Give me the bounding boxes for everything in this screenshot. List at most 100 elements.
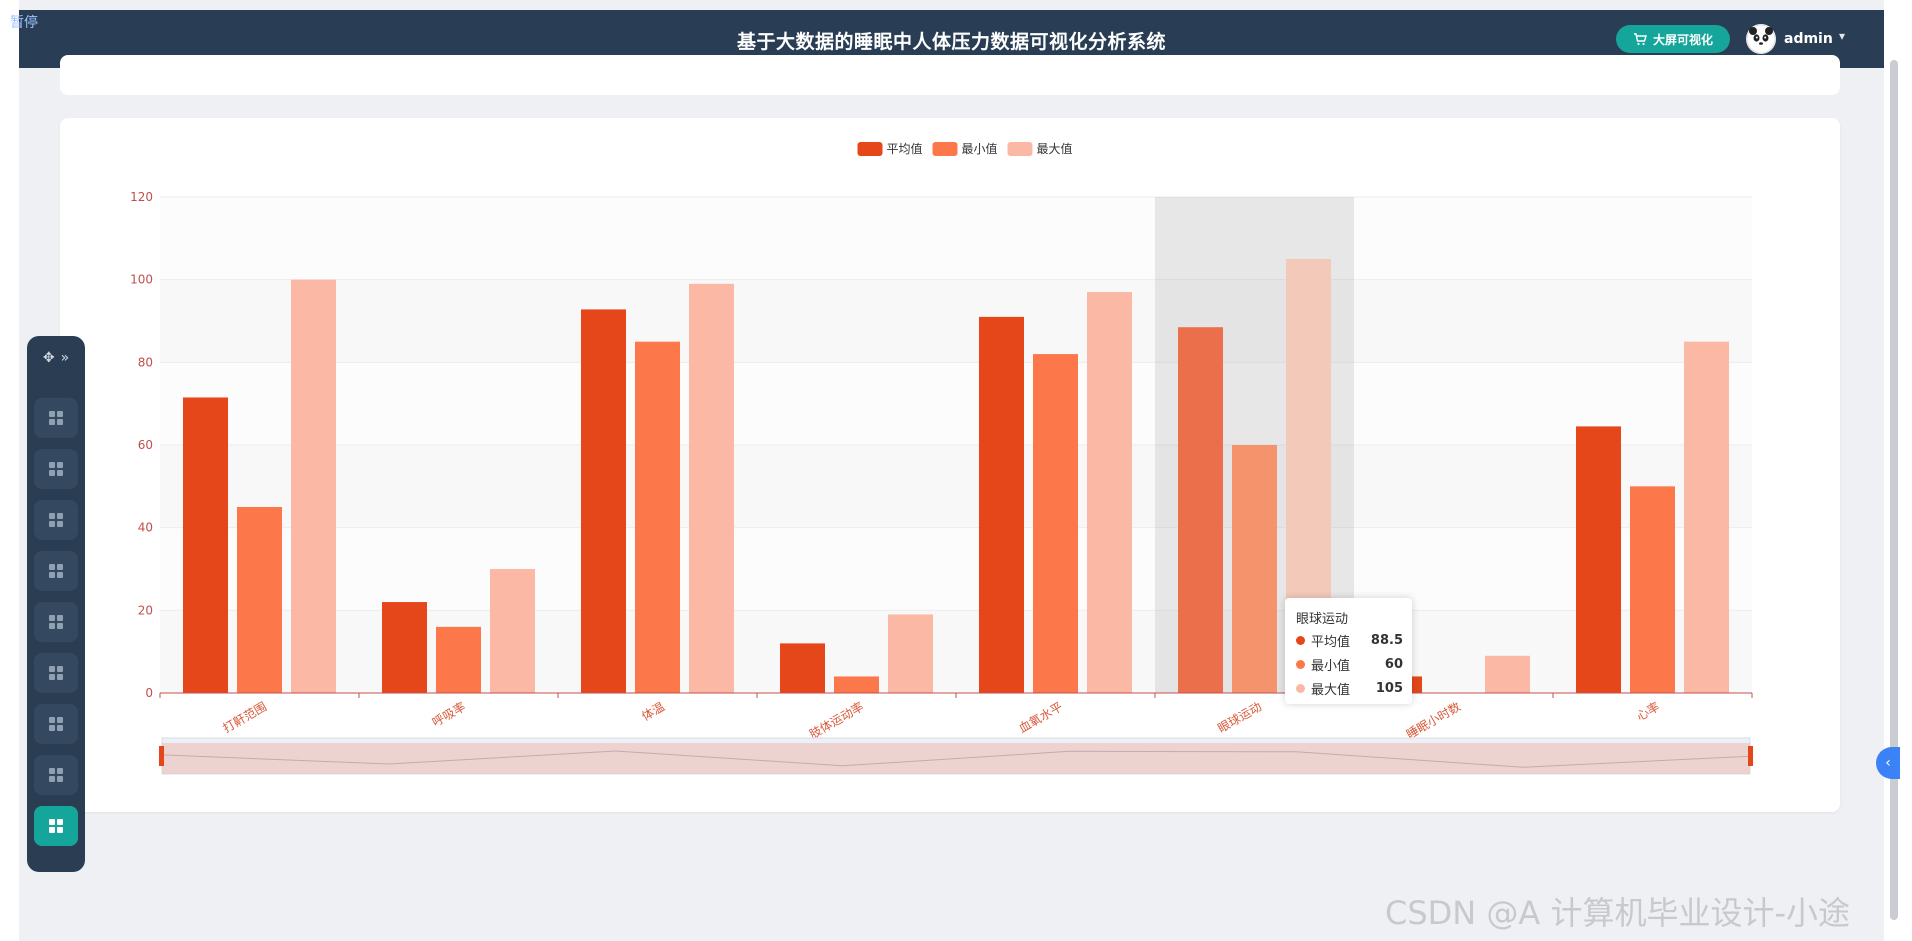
split-area	[160, 445, 1752, 528]
split-area	[160, 527, 1752, 611]
y-tick-label: 0	[145, 686, 153, 700]
split-area	[160, 362, 1752, 445]
sidebar-item[interactable]	[34, 398, 78, 438]
pause-label[interactable]: 暂停	[10, 12, 38, 32]
bar	[635, 341, 680, 693]
bigscreen-label: 大屏可视化	[1652, 32, 1713, 47]
bar	[436, 626, 481, 693]
y-tick-label: 40	[138, 521, 153, 535]
sidebar-header[interactable]: ✥ »	[27, 336, 85, 380]
x-tick-label: 呼吸率	[429, 699, 468, 730]
tooltip-row: 最大值 105	[1296, 679, 1403, 698]
sidebar-item[interactable]	[34, 653, 78, 693]
bar	[834, 676, 879, 693]
grid-icon	[49, 462, 63, 476]
y-tick-label: 80	[138, 355, 153, 369]
bar	[1576, 426, 1621, 693]
legend-label: 最大值	[1037, 141, 1073, 156]
bar	[382, 602, 427, 693]
bar	[1033, 354, 1078, 693]
tooltip-series-name: 最大值	[1311, 682, 1351, 698]
grid-icon	[49, 411, 63, 425]
tooltip-row: 最小值 60	[1296, 655, 1403, 674]
bar	[1232, 445, 1277, 693]
x-tick-label: 血氧水平	[1016, 699, 1065, 735]
panda-avatar-icon	[1746, 24, 1776, 54]
floating-sidebar: ✥ »	[27, 336, 85, 872]
grid-icon	[49, 564, 63, 578]
side-panel-toggle[interactable]: ‹	[1876, 747, 1900, 779]
bar	[291, 279, 336, 693]
y-tick-label: 100	[130, 273, 153, 287]
tooltip-title: 眼球运动	[1296, 612, 1349, 627]
bigscreen-button[interactable]: 大屏可视化	[1616, 25, 1730, 53]
bar	[1684, 341, 1729, 693]
tooltip-value: 88.5	[1370, 632, 1403, 648]
avatar[interactable]	[1746, 24, 1776, 54]
x-tick-label: 睡眠小时数	[1404, 699, 1463, 742]
tooltip-series-name: 平均值	[1311, 634, 1351, 650]
legend-label: 最小值	[962, 141, 998, 156]
x-tick-label: 体温	[639, 699, 667, 723]
split-area	[160, 279, 1752, 363]
grid-icon	[49, 615, 63, 629]
x-tick-label: 眼球运动	[1215, 699, 1264, 735]
y-tick-label: 20	[138, 603, 153, 617]
bar	[237, 507, 282, 693]
right-edge	[1884, 0, 1912, 941]
x-tick-label: 肢体运动率	[807, 699, 866, 742]
tooltip-series-name: 最小值	[1311, 658, 1351, 674]
tooltip-dot	[1296, 659, 1305, 669]
bar	[490, 569, 535, 693]
bar	[1087, 292, 1132, 693]
sidebar-item-active[interactable]	[34, 806, 78, 846]
sidebar-item[interactable]	[34, 704, 78, 744]
double-chevron-right-icon[interactable]: »	[61, 350, 70, 366]
datazoom-handle-right	[1748, 746, 1753, 766]
bar	[183, 397, 228, 693]
y-tick-label: 120	[130, 190, 153, 204]
x-tick-label: 打鼾范围	[220, 699, 269, 736]
top-card	[60, 55, 1840, 95]
bar	[581, 309, 626, 693]
sidebar-item[interactable]	[34, 602, 78, 642]
tooltip-dot	[1296, 683, 1305, 693]
grid-icon	[49, 513, 63, 527]
bar	[689, 283, 734, 693]
watermark: CSDN @A 计算机毕业设计-小途	[1385, 894, 1851, 932]
legend-swatch	[1007, 142, 1033, 156]
legend-swatch	[932, 142, 958, 156]
bar	[979, 316, 1024, 693]
legend-label: 平均值	[887, 141, 923, 156]
grid-icon	[49, 819, 63, 833]
split-area	[160, 197, 1752, 280]
tooltip-value: 105	[1375, 680, 1403, 696]
username[interactable]: admin	[1784, 31, 1833, 47]
tooltip-row: 平均值 88.5	[1296, 631, 1403, 650]
sidebar-item[interactable]	[34, 500, 78, 540]
sidebar-item[interactable]	[34, 755, 78, 795]
chart-tooltip: 眼球运动 平均值 88.5 最小值 60 最大值 105	[1285, 598, 1412, 704]
bar	[1485, 655, 1530, 693]
left-edge	[0, 0, 19, 941]
bar-chart[interactable]: 020406080100120打鼾范围 呼吸率 体温 肢体运动率 血氧水平 眼球运动 睡眠小…	[60, 118, 1840, 812]
tooltip-value: 60	[1384, 656, 1403, 672]
sidebar-item[interactable]	[34, 449, 78, 489]
bar	[888, 614, 933, 693]
sidebar-item[interactable]	[34, 551, 78, 591]
grid-icon	[49, 717, 63, 731]
page-scrollbar[interactable]	[1890, 60, 1898, 920]
grid-icon	[49, 768, 63, 782]
move-icon[interactable]: ✥	[43, 350, 55, 366]
page-title: 基于大数据的睡眠中人体压力数据可视化分析系统	[736, 31, 1166, 53]
tooltip-dot	[1296, 635, 1305, 645]
bar	[1630, 486, 1675, 693]
legend-swatch	[857, 142, 883, 156]
y-tick-label: 60	[138, 438, 153, 452]
chevron-down-icon[interactable]: ▾	[1839, 29, 1845, 43]
x-tick-label: 心率	[1634, 699, 1662, 724]
datazoom-handle-left	[159, 746, 164, 766]
bar	[1178, 327, 1223, 693]
bar	[780, 643, 825, 693]
cart-icon	[1633, 32, 1647, 45]
